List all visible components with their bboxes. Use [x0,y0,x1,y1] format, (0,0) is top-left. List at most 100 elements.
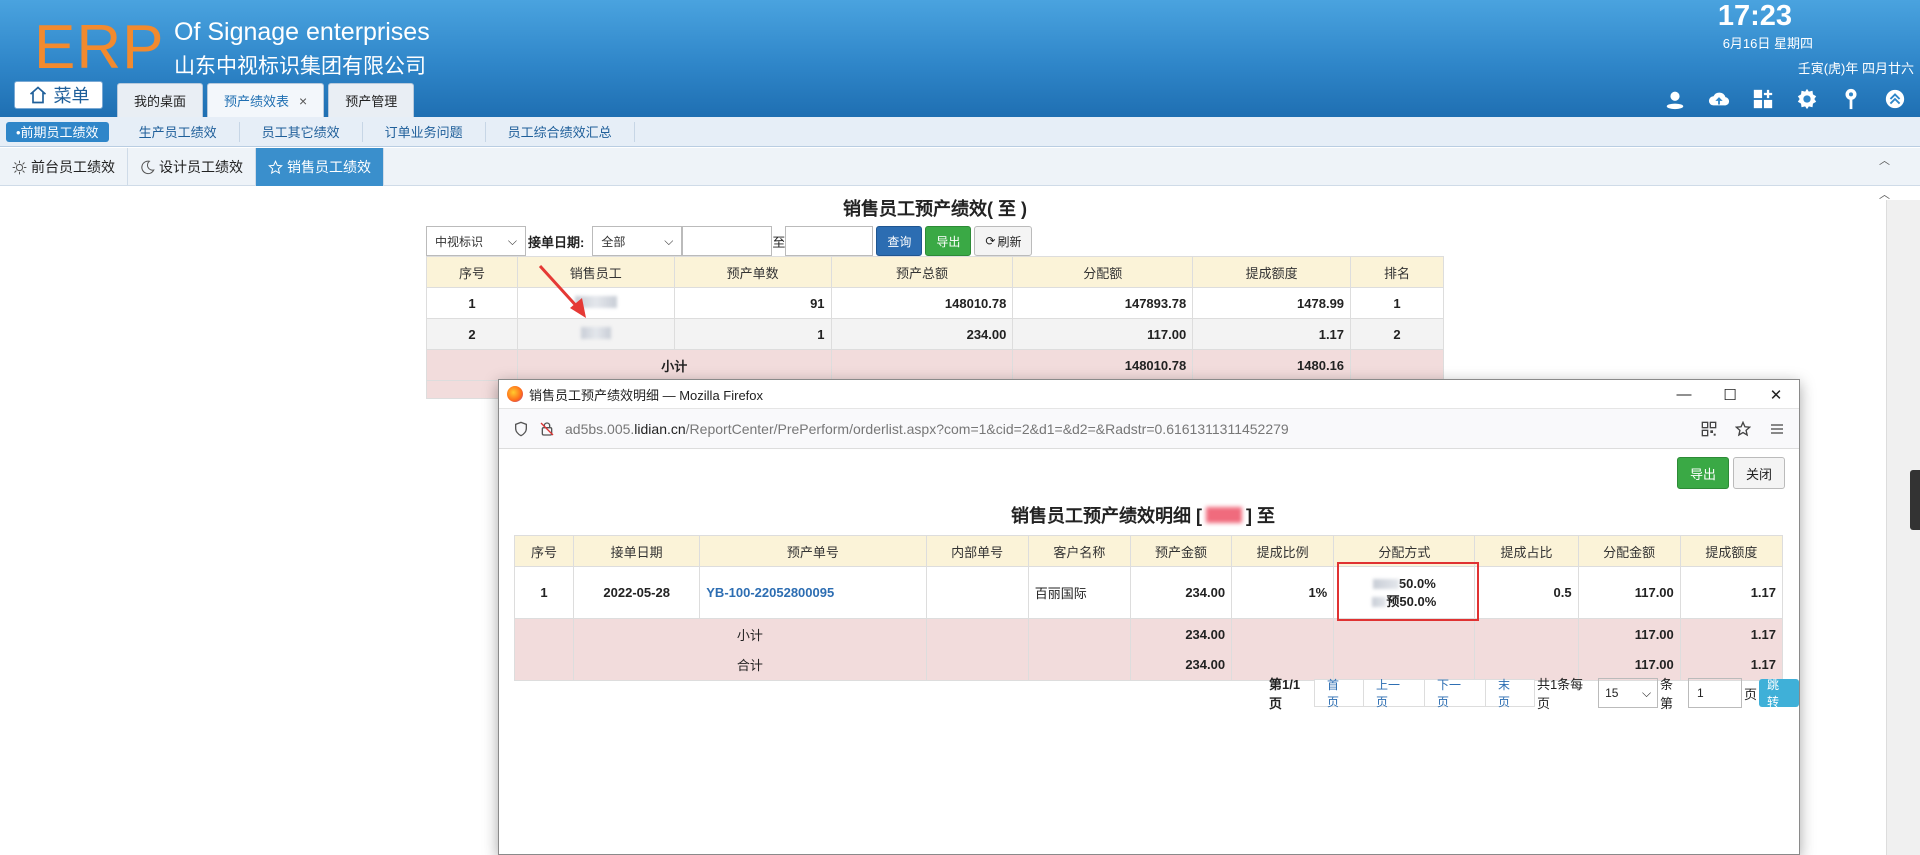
side-drag-handle[interactable] [1910,470,1920,530]
address-bar[interactable]: ad5bs.005.lidian.cn/ReportCenter/PrePerf… [499,409,1799,449]
erp-logo: ERP [34,13,165,82]
company-select[interactable]: 中视标识 ⌵ [426,226,526,256]
cell-amount: 234.00 [1129,566,1233,619]
filter-bar: 中视标识 ⌵ 接单日期: 全部 ⌵ 至 查询 导出 ⟳ 刷新 [426,226,1033,256]
table-row[interactable]: 2 1 234.00 117.00 1.17 2 [426,318,1444,350]
minimize-icon[interactable]: — [1661,380,1707,409]
popup-close-button[interactable]: 关闭 [1732,457,1785,489]
cell-staff-redacted [516,318,675,350]
tab-desktop[interactable]: 我的桌面 [117,83,204,117]
subnav-order-issues[interactable]: 订单业务问题 [363,121,486,142]
cell-alloc: 147893.78 [1012,287,1194,319]
total-amount: 234.00 [1129,649,1233,681]
scroll-up-arrow-icon[interactable]: ︿ [1879,152,1890,168]
cell-date: 2022-05-28 [573,566,701,619]
qr-code-icon[interactable] [1701,421,1717,437]
url-domain: lidian.cn [634,420,686,437]
key-icon[interactable] [1840,88,1862,110]
start-date-input[interactable] [682,226,773,256]
collapse-icon[interactable] [1884,88,1906,110]
window-titlebar[interactable]: 销售员工预产绩效明细 — Mozilla Firefox — ☐ ✕ [499,380,1799,409]
insecure-lock-icon[interactable] [539,421,555,437]
tab-performance-table[interactable]: 预产绩效表 × [207,83,325,117]
prev-page-button[interactable]: 上一页 [1363,678,1425,709]
export-button[interactable]: 导出 [925,226,972,256]
chevron-down-icon: ⌵ [1641,685,1652,700]
refresh-button[interactable]: ⟳ 刷新 [974,226,1033,256]
tab-label: 预产管理 [345,94,398,109]
grid-add-icon[interactable] [1752,88,1774,110]
cell-no: 1 [513,566,575,619]
cell-empty [925,649,1029,681]
cell-rank: 1 [1350,287,1444,319]
table-header-row: 序号 接单日期 预产单号 内部单号 客户名称 预产金额 提成比例 分配方式 提成… [513,535,1784,567]
first-page-button[interactable]: 首页 [1314,678,1365,709]
firefox-icon [507,386,523,402]
top-tabs: 我的桌面 预产绩效表 × 预产管理 [117,83,415,117]
url-prefix: ad5bs.005. [565,420,635,437]
col-header: 排名 [1350,256,1444,288]
report-title: 销售员工预产绩效( 至 ) [843,199,1027,219]
close-icon[interactable]: ✕ [1753,380,1799,409]
subnav-summary[interactable]: 员工综合绩效汇总 [486,121,635,142]
subtotal-label: 小计 [516,349,832,381]
col-header: 预产总额 [830,256,1014,288]
url-path: /ReportCenter/PrePerform/orderlist.aspx?… [685,420,1289,437]
cell-empty [513,649,575,681]
refresh-icon: ⟳ [985,234,996,248]
subtotal-row: 小计 234.00 117.00 1.17 [513,618,1784,650]
last-page-button[interactable]: 末页 [1484,678,1535,709]
next-page-button[interactable]: 下一页 [1423,678,1486,709]
cell-rank: 2 [1350,318,1444,350]
col-header: 序号 [513,535,575,567]
shield-icon[interactable] [513,421,529,437]
subnav-other-staff[interactable]: 员工其它绩效 [240,121,363,142]
hamburger-menu-icon[interactable] [1769,421,1785,437]
table-row[interactable]: 1 2022-05-28 YB-100-22052800095 百丽国际 234… [513,566,1784,619]
subnav-early-staff[interactable]: •前期员工绩效 [6,121,109,142]
gear-icon[interactable] [1796,88,1818,110]
tab-preproduction-management[interactable]: 预产管理 [328,83,415,117]
select-value: 全部 [601,234,626,249]
tab-front-staff[interactable]: 前台员工绩效 [0,148,128,186]
select-value: 15 [1605,686,1619,700]
star-icon [268,159,283,174]
cell-count: 1 [673,318,832,350]
tab-sales-staff[interactable]: 销售员工绩效 [256,148,384,186]
url-text[interactable]: ad5bs.005.lidian.cn/ReportCenter/PrePerf… [565,421,1289,437]
menu-button[interactable]: 菜单 [14,81,103,109]
page-size-select[interactable]: 15 ⌵ [1598,678,1659,708]
close-icon[interactable]: × [299,93,307,109]
cell-alloc: 117.00 [1012,318,1194,350]
subtotal-alloc-amount: 117.00 [1577,618,1681,650]
jump-button[interactable]: 跳转 [1759,678,1799,709]
date-range-select[interactable]: 全部 ⌵ [592,226,683,256]
user-icon[interactable] [1664,88,1686,110]
col-header: 提成额度 [1679,535,1784,567]
subnav-production-staff[interactable]: 生产员工绩效 [117,121,240,142]
end-date-input[interactable] [785,226,874,256]
chevron-down-icon: ⌵ [664,233,674,248]
tab-design-staff[interactable]: 设计员工绩效 [128,148,256,186]
col-header: 内部单号 [925,535,1029,567]
tab-label: 销售员工绩效 [287,159,371,175]
clock-time: 17:23 [1717,0,1792,32]
total-label: 合计 [573,649,927,681]
cell-empty [513,618,575,650]
popup-export-button[interactable]: 导出 [1676,457,1729,489]
order-number-link[interactable]: YB-100-22052800095 [699,566,927,619]
maximize-icon[interactable]: ☐ [1707,380,1753,409]
col-header: 提成比例 [1231,535,1335,567]
tab-label: 前台员工绩效 [31,159,115,175]
cell-commission: 1.17 [1679,566,1784,619]
bookmark-star-icon[interactable] [1735,421,1751,437]
cloud-upload-icon[interactable] [1708,88,1730,110]
subtotal-commission: 1480.16 [1192,349,1352,381]
cell-total: 148010.78 [830,287,1014,319]
cell-commission: 1.17 [1192,318,1352,350]
query-button[interactable]: 查询 [876,226,923,256]
page-number-input[interactable]: 1 [1688,678,1742,708]
cell-share: 0.5 [1474,566,1579,619]
order-date-label: 接单日期: [528,234,585,250]
cell-total: 234.00 [830,318,1014,350]
